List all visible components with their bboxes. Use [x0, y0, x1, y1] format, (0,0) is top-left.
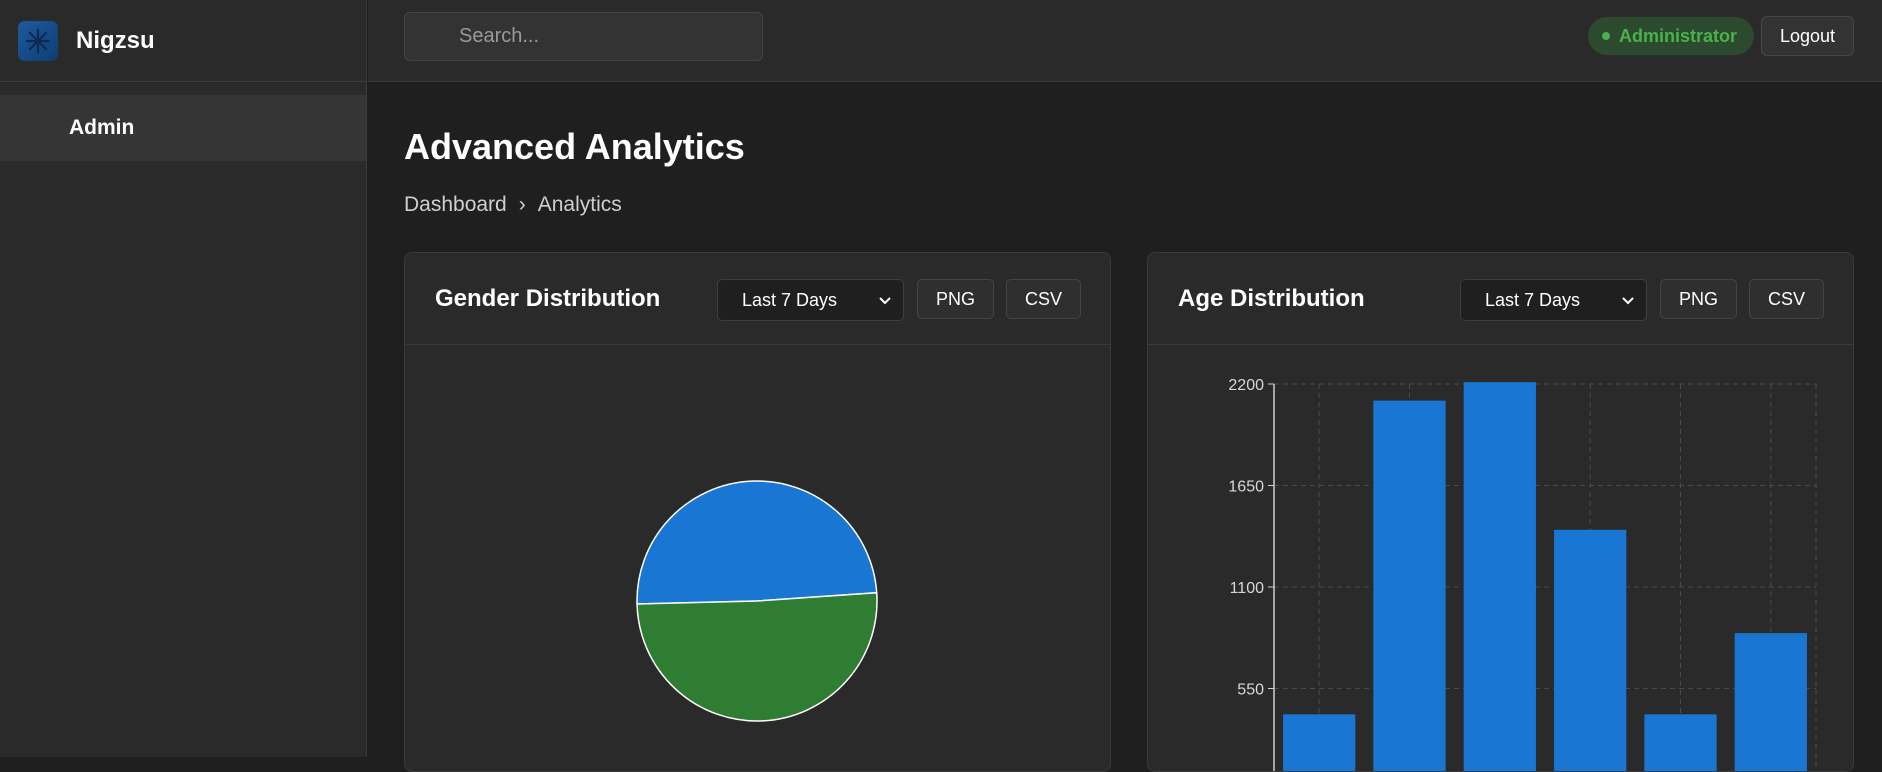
pie-slice-1 [636, 591, 878, 722]
logout-button[interactable]: Logout [1761, 16, 1854, 56]
chevron-down-icon [1622, 297, 1634, 305]
export-png-button[interactable]: PNG [1660, 279, 1737, 319]
pie-slice-0 [636, 480, 878, 605]
chevron-down-icon [879, 297, 891, 305]
sidebar-item-label: Admin [69, 116, 135, 139]
card-title: Gender Distribution [435, 285, 661, 312]
date-range-value: Last 7 Days [742, 289, 838, 310]
bar-2 [1463, 382, 1536, 771]
age-distribution-card: Age Distribution Last 7 Days PNG CSV 550… [1147, 252, 1854, 772]
snowflake-icon [25, 28, 51, 53]
breadcrumb-analytics: Analytics [537, 193, 622, 216]
logo [18, 20, 58, 61]
role-label: Administrator [1619, 25, 1738, 46]
export-png-button[interactable]: PNG [917, 279, 994, 319]
gender-pie-chart [636, 480, 878, 722]
y-tick-label: 1650 [1228, 479, 1264, 496]
status-dot [1602, 32, 1610, 40]
date-range-select[interactable]: Last 7 Days [1460, 279, 1647, 321]
y-tick-label: 1100 [1230, 580, 1265, 597]
date-range-select[interactable]: Last 7 Days [717, 279, 904, 321]
app-name: Nigzsu [76, 26, 155, 54]
search-input[interactable] [415, 25, 735, 48]
y-tick-label: 550 [1237, 682, 1264, 699]
topbar: Administrator Logout [368, 0, 1882, 82]
main-content: Advanced Analytics Dashboard › Analytics [404, 82, 745, 217]
breadcrumb: Dashboard › Analytics [404, 193, 745, 217]
breadcrumb-dashboard[interactable]: Dashboard [404, 193, 507, 217]
page-title: Advanced Analytics [404, 126, 745, 167]
bar-0 [1283, 714, 1356, 771]
breadcrumb-separator: › [518, 193, 526, 216]
gender-distribution-card: Gender Distribution Last 7 Days PNG CSV [404, 252, 1111, 772]
sidebar-item-admin[interactable]: Admin [0, 95, 366, 161]
search-box [404, 12, 763, 61]
sidebar: Nigzsu Admin [0, 0, 367, 757]
export-csv-button[interactable]: CSV [1006, 279, 1081, 319]
bar-5 [1734, 633, 1807, 771]
brand: Nigzsu [0, 0, 366, 82]
bar-3 [1554, 529, 1627, 771]
bar-1 [1373, 400, 1446, 771]
date-range-value: Last 7 Days [1485, 289, 1581, 310]
export-csv-button[interactable]: CSV [1749, 279, 1824, 319]
card-header: Gender Distribution Last 7 Days PNG CSV [405, 253, 1110, 345]
card-header: Age Distribution Last 7 Days PNG CSV [1148, 253, 1853, 345]
age-bar-chart: 550 1100 1650 2200 [1228, 377, 1817, 771]
bar-4 [1644, 714, 1717, 771]
role-badge: Administrator [1588, 17, 1755, 55]
card-title: Age Distribution [1178, 285, 1365, 312]
y-tick-label: 2200 [1228, 377, 1264, 394]
